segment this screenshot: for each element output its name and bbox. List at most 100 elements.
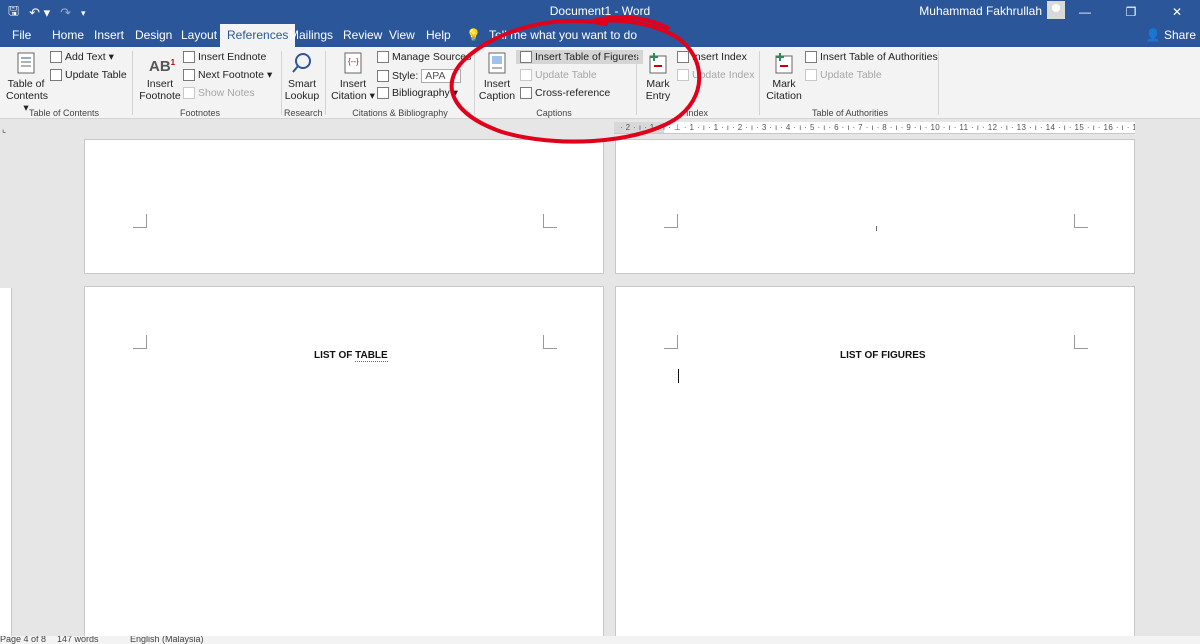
update-index-icon	[677, 69, 689, 81]
insert-index-button[interactable]: Insert Index	[677, 51, 747, 63]
update-table-icon	[805, 69, 817, 81]
mark-entry-button[interactable]: Mark Entry	[640, 52, 676, 102]
cross-reference-button[interactable]: Cross-reference	[520, 87, 610, 99]
ribbon-divider	[636, 51, 637, 115]
ribbon-tabs: File Home Insert Design Layout Reference…	[0, 24, 1200, 47]
insert-table-of-figures-button[interactable]: Insert Table of Figures	[516, 50, 643, 64]
smart-lookup-label: Smart Lookup	[284, 78, 320, 102]
document-page[interactable]	[84, 139, 604, 274]
chevron-down-icon: ▾	[451, 71, 456, 81]
mark-entry-label: Mark Entry	[645, 78, 671, 102]
update-table-label: Update Table	[820, 69, 882, 81]
tab-help[interactable]: Help	[426, 28, 451, 42]
update-table-label: Update Table	[65, 69, 127, 81]
insert-table-of-figures-label: Insert Table of Figures	[535, 51, 639, 63]
window-controls: — ❐ ✕	[1062, 0, 1200, 24]
insert-caption-label: Insert Caption	[478, 78, 516, 102]
tab-view[interactable]: View	[389, 28, 415, 42]
insert-caption-button[interactable]: Insert Caption	[478, 52, 516, 102]
document-page[interactable]: LIST OF TABLE	[84, 286, 604, 644]
cross-reference-label: Cross-reference	[535, 87, 611, 99]
insert-citation-button[interactable]: {--} Insert Citation ▾	[331, 52, 375, 102]
share-label: Share	[1163, 28, 1196, 42]
close-icon[interactable]: ✕	[1154, 0, 1200, 24]
update-table-toc-button[interactable]: Update Table	[50, 69, 127, 81]
group-label-captions: Captions	[536, 108, 572, 118]
word-count[interactable]: 147 words	[57, 636, 99, 644]
show-notes-label: Show Notes	[198, 87, 255, 99]
tab-mailings[interactable]: Mailings	[289, 28, 333, 42]
update-table-label: Update Table	[535, 69, 597, 81]
update-table-icon	[520, 69, 532, 81]
mark-citation-button[interactable]: Mark Citation	[764, 52, 804, 102]
mark-citation-icon	[775, 53, 793, 74]
tab-references[interactable]: References	[220, 24, 296, 47]
group-label-research: Research	[284, 108, 323, 118]
minimize-icon[interactable]: —	[1062, 0, 1108, 24]
bibliography-button[interactable]: Bibliography ▾	[377, 87, 458, 99]
show-notes-icon	[183, 87, 195, 99]
manage-sources-button[interactable]: Manage Sources	[377, 51, 471, 63]
tab-file[interactable]: File	[12, 28, 31, 42]
bibliography-label: Bibliography	[392, 87, 450, 99]
table-of-authorities-icon	[805, 51, 817, 63]
endnote-icon	[183, 51, 195, 63]
margin-mark	[1074, 214, 1088, 228]
heading-part: LIST OF	[314, 350, 356, 361]
tab-selector[interactable]: ⌞	[2, 124, 6, 135]
next-footnote-button[interactable]: Next Footnote ▾	[183, 69, 272, 81]
table-of-contents-button[interactable]: Table of Contents ▾	[6, 52, 48, 114]
insert-footnote-label: Insert Footnote	[139, 78, 181, 102]
margin-mark	[664, 214, 678, 228]
lightbulb-icon: 💡	[466, 28, 481, 42]
manage-sources-icon	[377, 51, 389, 63]
group-label-citations: Citations & Bibliography	[352, 108, 448, 118]
vertical-ruler[interactable]	[0, 288, 12, 644]
tab-insert[interactable]: Insert	[94, 28, 124, 42]
tab-layout[interactable]: Layout	[181, 28, 217, 42]
citation-icon: {--}	[344, 52, 362, 74]
margin-mark	[543, 214, 557, 228]
insert-footnote-button[interactable]: AB1 Insert Footnote	[138, 52, 182, 102]
heading-part: TABLE	[355, 350, 388, 362]
style-selector[interactable]: Style: APA ▾	[377, 69, 461, 83]
insert-citation-label: Insert Citation	[331, 78, 367, 102]
update-index-button[interactable]: Update Index	[677, 69, 754, 81]
insert-endnote-button[interactable]: Insert Endnote	[183, 51, 266, 63]
page-count[interactable]: Page 4 of 8	[0, 636, 46, 644]
insert-table-of-authorities-button[interactable]: Insert Table of Authorities	[805, 51, 938, 63]
bibliography-icon	[377, 87, 389, 99]
update-table-icon	[50, 69, 62, 81]
smart-lookup-button[interactable]: Smart Lookup	[284, 52, 320, 102]
manage-sources-label: Manage Sources	[392, 51, 472, 63]
text-mark	[876, 226, 877, 231]
update-table-toa-button[interactable]: Update Table	[805, 69, 882, 81]
document-page[interactable]	[615, 139, 1135, 274]
insert-table-of-authorities-label: Insert Table of Authorities	[820, 51, 938, 63]
show-notes-button[interactable]: Show Notes	[183, 87, 255, 99]
ribbon: Table of Contents ▾ Add Text ▾ Update Ta…	[0, 47, 1200, 119]
margin-mark	[1074, 335, 1088, 349]
status-bar: Page 4 of 8 147 words English (Malaysia)	[0, 636, 1200, 644]
language-indicator[interactable]: English (Malaysia)	[130, 636, 204, 644]
share-button[interactable]: 👤 Share	[1146, 28, 1196, 42]
update-table-captions-button[interactable]: Update Table	[520, 69, 597, 81]
horizontal-ruler[interactable]: · 2 · ı · 1 · ı · ⊥ · 1 · ı · 1 · ı · 2 …	[614, 122, 1135, 134]
restore-icon[interactable]: ❐	[1108, 0, 1154, 24]
insert-index-icon	[677, 51, 689, 63]
tab-review[interactable]: Review	[343, 28, 382, 42]
caption-icon	[488, 52, 506, 74]
style-icon	[377, 70, 389, 82]
tab-home[interactable]: Home	[52, 28, 84, 42]
text-cursor	[678, 369, 679, 383]
table-of-figures-icon	[520, 51, 532, 63]
user-name[interactable]: Muhammad Fakhrullah	[919, 4, 1042, 18]
tell-me-text: Tell me what you want to do	[488, 28, 638, 42]
tab-design[interactable]: Design	[135, 28, 172, 42]
add-text-button[interactable]: Add Text ▾	[50, 51, 114, 63]
table-of-contents-icon	[17, 52, 35, 74]
ribbon-divider	[938, 51, 939, 115]
add-text-label: Add Text	[65, 51, 106, 63]
tell-me-box[interactable]: 💡 Tell me what you want to do	[466, 28, 637, 42]
document-page[interactable]: LIST OF FIGURES	[615, 286, 1135, 644]
